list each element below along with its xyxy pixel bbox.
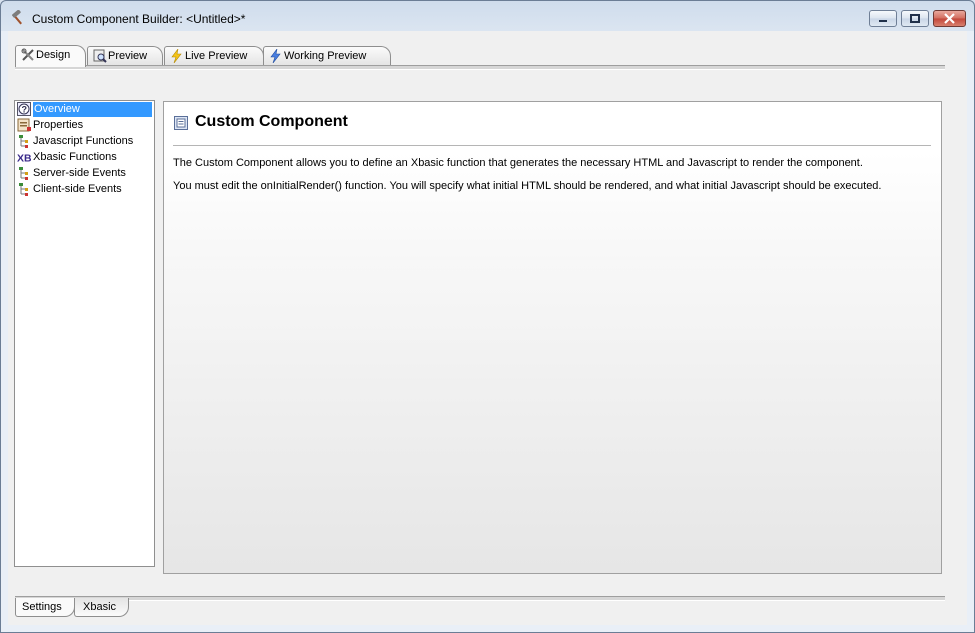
tree-item-label: Xbasic Functions [33,151,117,163]
lightning-blue-icon [270,49,281,63]
tab-design-label: Design [36,49,71,61]
description-paragraph: The Custom Component allows you to defin… [173,157,863,169]
tree-item-xbasic-functions[interactable]: XB Xbasic Functions [15,150,152,165]
tree-item-client-side-events[interactable]: Client-side Events [15,182,152,197]
minimize-button[interactable] [869,10,897,27]
tree-nodes-icon [19,183,28,196]
tree-item-label: Properties [33,119,84,131]
tab-preview-label: Preview [108,50,148,62]
lightning-icon [171,49,182,63]
tree-nodes-icon [19,135,28,148]
bottom-tab-strip-line [15,596,945,601]
hammer-icon [12,10,22,25]
instruction-paragraph: You must edit the onInitialRender() func… [173,180,882,192]
tree-nodes-icon [19,167,28,180]
minimize-icon [870,11,896,26]
tab-settings[interactable]: Settings [15,598,75,617]
app-window: Custom Component Builder: <Untitled>* De… [0,0,975,633]
tree-item-label: Client-side Events [33,183,122,195]
xbasic-icon: XB [17,152,31,164]
design-tools-icon [21,48,34,61]
window-title: Custom Component Builder: <Untitled>* [32,12,246,26]
tab-preview[interactable]: Preview [87,46,163,65]
title-divider [173,145,931,146]
component-icon [174,116,188,130]
tab-live-preview[interactable]: Live Preview [164,46,264,65]
maximize-button[interactable] [901,10,929,27]
tab-xbasic-label: Xbasic [83,601,117,613]
svg-text:XB: XB [17,152,31,164]
tab-live-preview-label: Live Preview [185,50,248,62]
properties-icon [17,118,31,132]
tab-xbasic[interactable]: Xbasic [74,598,129,617]
tab-design[interactable]: Design [15,45,86,67]
close-icon [934,11,965,26]
help-icon: ? [17,102,31,116]
tab-working-preview-label: Working Preview [284,50,367,62]
overview-content-panel: Custom Component The Custom Component al… [163,101,942,574]
top-tab-strip: Design Preview Live Preview Working Prev… [15,45,945,67]
tab-working-preview[interactable]: Working Preview [263,46,391,65]
navigation-tree: ? Overview Properties Javascript Functio… [14,100,155,567]
tree-item-label: Server-side Events [33,167,126,179]
tree-item-label: Overview [33,102,152,117]
close-button[interactable] [933,10,966,27]
client-area: Design Preview Live Preview Working Prev… [8,31,967,625]
preview-magnifier-icon [93,49,107,63]
tab-settings-label: Settings [22,601,62,613]
tree-item-server-side-events[interactable]: Server-side Events [15,166,152,181]
tree-item-overview[interactable]: ? Overview [15,102,152,117]
tree-item-javascript-functions[interactable]: Javascript Functions [15,134,152,149]
svg-text:?: ? [22,105,28,115]
title-bar[interactable]: Custom Component Builder: <Untitled>* [1,1,974,31]
page-title: Custom Component [195,113,348,130]
maximize-icon [902,11,928,26]
tree-item-label: Javascript Functions [33,135,134,147]
tree-item-properties[interactable]: Properties [15,118,152,133]
